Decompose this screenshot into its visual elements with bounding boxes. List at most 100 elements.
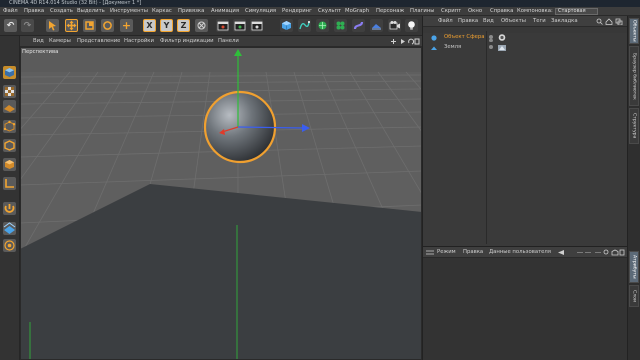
visibility-dot[interactable] — [489, 45, 493, 49]
render-settings-icon[interactable] — [250, 19, 263, 32]
model-mode-icon[interactable] — [3, 66, 16, 79]
menu-simulation[interactable]: Симуляция — [245, 7, 276, 16]
object-name-sphere: Объект Сфера — [444, 34, 485, 40]
points-mode-icon[interactable] — [3, 120, 16, 133]
render-view-icon[interactable] — [216, 19, 229, 32]
title-bar: CINEMA 4D R14.014 Studio (32 Bit) - [Док… — [0, 0, 640, 7]
menu-window[interactable]: Окно — [468, 7, 482, 16]
objects-search-home-icons[interactable] — [596, 18, 626, 25]
workplane-icon[interactable] — [3, 100, 16, 113]
left-toolbar — [0, 36, 20, 360]
objects-menu-objects[interactable]: Объекты — [501, 16, 526, 27]
camera-icon[interactable] — [388, 19, 401, 32]
objects-list: Объект Сфера Земля — [423, 31, 628, 246]
object-name-floor: Земля — [444, 44, 462, 50]
snap-icon[interactable] — [3, 222, 16, 235]
objects-menu-edit[interactable]: Правка — [458, 16, 478, 27]
layout-label: Компоновка: — [517, 8, 553, 14]
menu-snap[interactable]: Привязка — [178, 7, 204, 16]
window-title: CINEMA 4D R14.014 Studio (32 Bit) - [Док… — [9, 0, 142, 6]
objects-menu-tags[interactable]: Теги — [533, 16, 546, 27]
plus-icon[interactable]: + — [120, 19, 133, 32]
floor-icon — [431, 46, 437, 50]
right-tab-strip: Объекты Браузер библиотек Структура Атри… — [627, 16, 640, 360]
light-icon[interactable] — [405, 19, 418, 32]
objects-menu-bar: Файл Правка Вид Объекты Теги Закладка — [423, 16, 628, 27]
menu-create[interactable]: Создать — [50, 7, 73, 16]
attributes-menu-icon[interactable] — [426, 250, 434, 255]
render-visibility-dot[interactable] — [489, 39, 493, 42]
menu-mesh[interactable]: Каркас — [152, 7, 172, 16]
texture-mode-icon[interactable] — [3, 85, 16, 98]
main-menu-bar: Файл Правка Создать Выделить Инструменты… — [0, 7, 640, 16]
scale-icon[interactable] — [83, 19, 96, 32]
tab-attributes[interactable]: Атрибуты — [629, 251, 639, 283]
objects-menu-bookmarks[interactable]: Закладка — [551, 16, 578, 27]
column-divider — [486, 31, 487, 244]
sphere-icon — [431, 34, 437, 41]
tab-content-browser[interactable]: Браузер библиотек — [629, 46, 639, 106]
z-axis-icon[interactable]: Z — [177, 19, 190, 32]
objects-menu-view[interactable]: Вид — [483, 16, 494, 27]
menu-tools[interactable]: Инструменты — [110, 7, 148, 16]
attributes-manager: Режим Правка Данные пользователя — [422, 246, 628, 360]
tab-structure[interactable]: Структура — [629, 108, 639, 144]
edges-mode-icon[interactable] — [3, 139, 16, 152]
viewport-menu-bar: Вид Камеры Представление Настройки Фильт… — [20, 36, 422, 47]
objects-manager: Файл Правка Вид Объекты Теги Закладка Об… — [422, 16, 628, 246]
menu-script[interactable]: Скрипт — [441, 7, 461, 16]
attributes-nav-icons[interactable] — [557, 249, 625, 256]
menu-select[interactable]: Выделить — [77, 7, 105, 16]
attributes-menu-bar: Режим Правка Данные пользователя — [423, 247, 628, 258]
attributes-menu-user-data[interactable]: Данные пользователя — [489, 247, 551, 258]
cube-icon[interactable] — [280, 19, 293, 32]
tweak-mode-icon[interactable] — [3, 202, 16, 215]
tab-objects[interactable]: Объекты — [629, 18, 639, 44]
material-tag-icon[interactable] — [497, 44, 507, 52]
x-axis-icon[interactable]: X — [143, 19, 156, 32]
polygons-mode-icon[interactable] — [3, 158, 16, 171]
menu-character[interactable]: Персонаж — [376, 7, 404, 16]
environment-icon[interactable] — [370, 19, 383, 32]
menu-render[interactable]: Рендеринг — [282, 7, 312, 16]
attributes-menu-mode[interactable]: Режим — [437, 247, 456, 258]
layout-select[interactable]: Стартовая — [555, 8, 598, 15]
subdivision-icon[interactable] — [316, 19, 329, 32]
viewport-menu-panels[interactable]: Панели — [218, 36, 239, 47]
viewport-menu-cameras[interactable]: Камеры — [49, 36, 71, 47]
object-row-sphere[interactable]: Объект Сфера — [423, 31, 628, 244]
undo-icon[interactable]: ↶ — [4, 19, 17, 32]
y-axis-icon[interactable]: Y — [160, 19, 173, 32]
phong-tag-icon[interactable] — [497, 33, 507, 42]
viewport-menu-view[interactable]: Вид — [33, 36, 44, 47]
attributes-menu-edit[interactable]: Правка — [463, 247, 483, 258]
render-picture-icon[interactable] — [233, 19, 246, 32]
viewport-label: Перспектива — [22, 49, 59, 55]
menu-file[interactable]: Файл — [3, 7, 18, 16]
deformer-icon[interactable] — [352, 19, 365, 32]
spline-pen-icon[interactable] — [298, 19, 311, 32]
viewport-scene[interactable] — [20, 47, 422, 360]
coordinate-system-icon[interactable] — [195, 19, 208, 32]
objects-menu-file[interactable]: Файл — [438, 16, 453, 27]
tab-layers[interactable]: Слои — [629, 285, 639, 307]
menu-plugins[interactable]: Плагины — [410, 7, 435, 16]
soft-selection-icon[interactable] — [3, 239, 16, 252]
menu-animation[interactable]: Анимация — [211, 7, 239, 16]
viewport-perspective[interactable]: Перспектива — [20, 47, 422, 360]
live-select-icon[interactable] — [46, 19, 59, 32]
redo-icon[interactable]: ↷ — [21, 19, 34, 32]
rotate-icon[interactable] — [101, 19, 114, 32]
axis-mode-icon[interactable] — [3, 177, 16, 190]
move-icon[interactable] — [65, 19, 78, 32]
menu-sculpt[interactable]: Скульпт — [318, 7, 341, 16]
menu-mograph[interactable]: MoGraph — [345, 7, 369, 16]
viewport-nav-icons[interactable] — [390, 38, 420, 45]
viewport-menu-filter[interactable]: Фильтр индикации — [160, 36, 214, 47]
viewport-menu-display[interactable]: Представление — [77, 36, 120, 47]
cloner-icon[interactable] — [334, 19, 347, 32]
object-row-floor[interactable]: Земля — [423, 43, 628, 52]
menu-help[interactable]: Справка — [490, 7, 513, 16]
menu-edit[interactable]: Правка — [24, 7, 44, 16]
viewport-menu-options[interactable]: Настройки — [124, 36, 154, 47]
